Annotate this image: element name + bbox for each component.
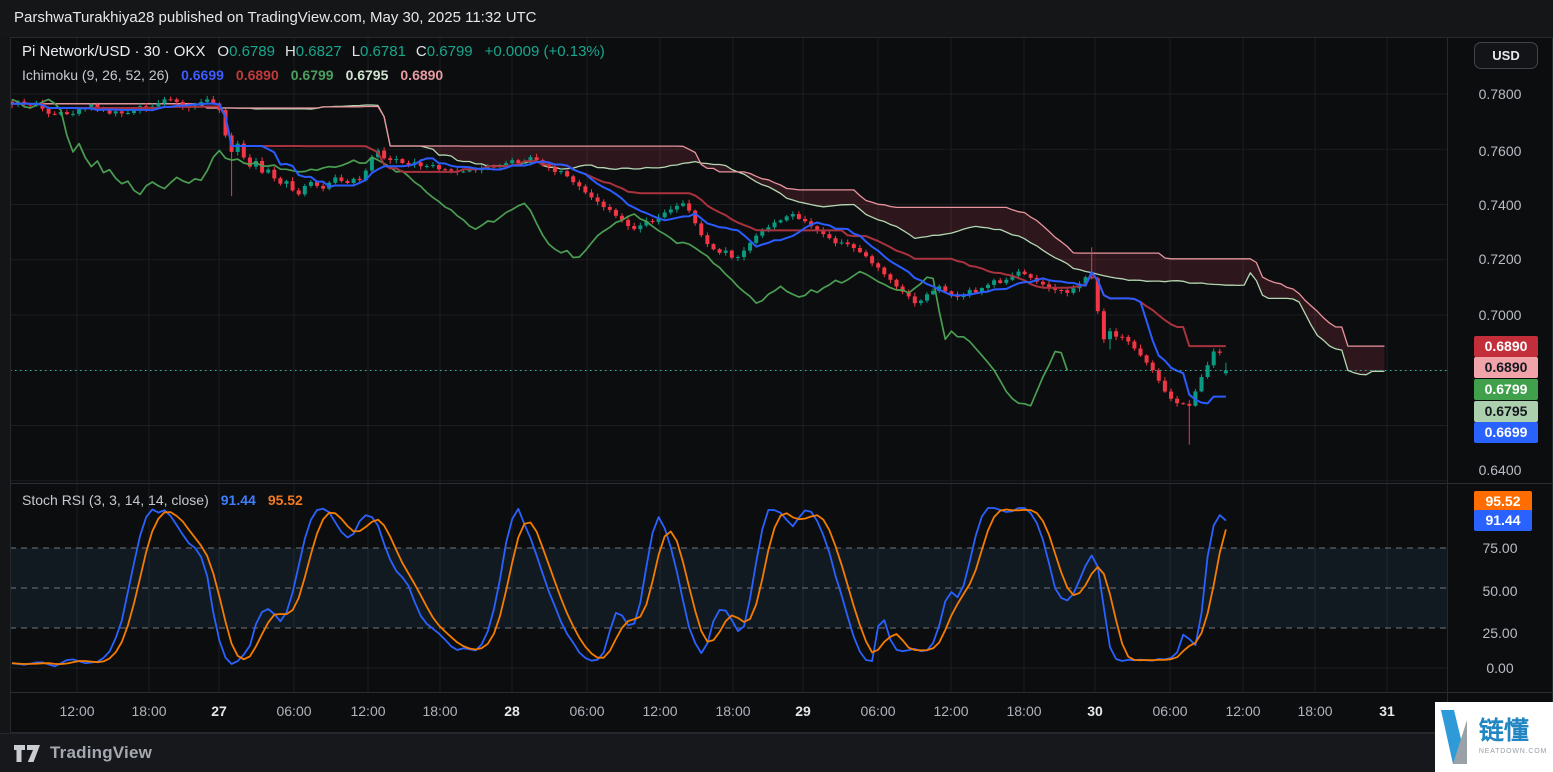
price-label-badge: 0.6799 xyxy=(1474,378,1538,400)
price-label-badge: 0.6795 xyxy=(1474,400,1538,422)
time-tick-0600: 06:00 xyxy=(860,703,896,719)
time-tick-1800: 18:00 xyxy=(1006,703,1042,719)
price-tick-0.7400: 0.7400 xyxy=(1478,197,1522,213)
time-tick-28: 28 xyxy=(504,703,520,719)
ohlc-item-o: O0.6789 xyxy=(217,43,275,60)
time-tick-0600: 06:00 xyxy=(276,703,312,719)
stoch-label-badge: 91.44 xyxy=(1474,509,1532,531)
chart-widget: Pi Network/USD · 30 · OKX O0.6789 H0.6827… xyxy=(10,37,1553,733)
time-tick-1800: 18:00 xyxy=(422,703,458,719)
price-tick-0.00: 0.00 xyxy=(1486,660,1514,676)
price-label-badge: 0.6890 xyxy=(1474,335,1538,357)
time-tick-1200: 12:00 xyxy=(642,703,678,719)
tradingview-brand[interactable]: TradingView xyxy=(50,743,152,763)
time-tick-31: 31 xyxy=(1379,703,1395,719)
price-label-badge: 0.6890 xyxy=(1474,356,1538,378)
ichimoku-value-leading-span-a: 0.6795 xyxy=(345,67,389,83)
time-tick-1800: 18:00 xyxy=(715,703,751,719)
neatdown-text-block: 链懂 NEATDOWN.COM xyxy=(1478,717,1548,756)
price-tick-75.00: 75.00 xyxy=(1482,540,1518,556)
ichimoku-value-base-line: 0.6890 xyxy=(235,67,279,83)
price-change: +0.0009 (+0.13%) xyxy=(484,43,605,60)
price-chart-canvas[interactable] xyxy=(10,37,1447,483)
stoch-k-value: 91.44 xyxy=(220,492,256,508)
time-tick-1200: 12:00 xyxy=(1225,703,1261,719)
ohlc-values: O0.6789 H0.6827 L0.6781 C0.6799 xyxy=(217,43,472,60)
time-tick-1200: 12:00 xyxy=(59,703,95,719)
time-tick-1800: 18:00 xyxy=(1297,703,1333,719)
ohlc-item-l: L0.6781 xyxy=(351,43,406,60)
attribution-text: ParshwaTurakhiya28 published on TradingV… xyxy=(14,9,537,26)
chart-legend: Pi Network/USD · 30 · OKX O0.6789 H0.6827… xyxy=(22,43,605,83)
ohlc-item-c: C0.6799 xyxy=(415,43,473,60)
ichimoku-value-leading-span-b: 0.6890 xyxy=(400,67,444,83)
time-tick-29: 29 xyxy=(795,703,811,719)
time-tick-0600: 06:00 xyxy=(1152,703,1188,719)
price-tick-0.7000: 0.7000 xyxy=(1478,307,1522,323)
symbol-title[interactable]: Pi Network/USD · 30 · OKX xyxy=(22,43,205,60)
neatdown-watermark: 链懂 NEATDOWN.COM xyxy=(1435,702,1553,772)
stoch-legend: Stoch RSI (3, 3, 14, 14, close) 91.44 95… xyxy=(22,492,303,508)
price-tick-0.7200: 0.7200 xyxy=(1478,251,1522,267)
price-tick-0.7800: 0.7800 xyxy=(1478,86,1522,102)
price-tick-0.6400: 0.6400 xyxy=(1478,462,1522,478)
stoch-rsi-canvas[interactable] xyxy=(10,484,1447,692)
time-tick-27: 27 xyxy=(211,703,227,719)
time-tick-0600: 06:00 xyxy=(569,703,605,719)
neatdown-cn-text: 链懂 xyxy=(1478,717,1529,745)
time-tick-1200: 12:00 xyxy=(933,703,969,719)
ichimoku-values: 0.6699 0.6890 0.6799 0.6795 0.6890 xyxy=(181,67,443,83)
price-label-badge: 0.6699 xyxy=(1474,421,1538,443)
ichimoku-value-lagging-span: 0.6799 xyxy=(290,67,334,83)
stoch-d-value: 95.52 xyxy=(267,492,303,508)
time-tick-1200: 12:00 xyxy=(350,703,386,719)
time-tick-1800: 18:00 xyxy=(131,703,167,719)
ichimoku-value-conversion-line: 0.6699 xyxy=(181,67,224,83)
ohlc-item-h: H0.6827 xyxy=(284,43,342,60)
stoch-label[interactable]: Stoch RSI (3, 3, 14, 14, close) xyxy=(22,492,209,508)
attribution-bar: ParshwaTurakhiya28 published on TradingV… xyxy=(0,0,1553,37)
time-axis[interactable]: 12:00 18:00 27 06:00 12:00 18:00 28 06:00 12:00 1… xyxy=(10,693,1447,733)
price-tick-0.7600: 0.7600 xyxy=(1478,143,1522,159)
stoch-label-badge: 95.52 xyxy=(1474,490,1532,512)
time-tick-30: 30 xyxy=(1087,703,1103,719)
price-axis[interactable]: USD 0.7800 0.7600 0.7400 0.7200 0.7000 0.6400… xyxy=(1447,37,1553,733)
price-tick-50.00: 50.00 xyxy=(1482,583,1518,599)
tradingview-logo-icon[interactable] xyxy=(14,744,41,762)
ichimoku-label[interactable]: Ichimoku (9, 26, 52, 26) xyxy=(22,67,169,83)
currency-usd-button[interactable]: USD xyxy=(1474,42,1538,69)
neatdown-site-text: NEATDOWN.COM xyxy=(1478,748,1548,755)
neatdown-logo-icon xyxy=(1440,710,1467,764)
price-tick-25.00: 25.00 xyxy=(1482,625,1518,641)
pane-separator[interactable] xyxy=(10,483,1553,484)
symbol-row: Pi Network/USD · 30 · OKX O0.6789 H0.6827… xyxy=(22,43,605,60)
footer-bar: TradingView xyxy=(0,733,1553,772)
ichimoku-row: Ichimoku (9, 26, 52, 26) 0.6699 0.6890 0.6… xyxy=(22,67,605,83)
